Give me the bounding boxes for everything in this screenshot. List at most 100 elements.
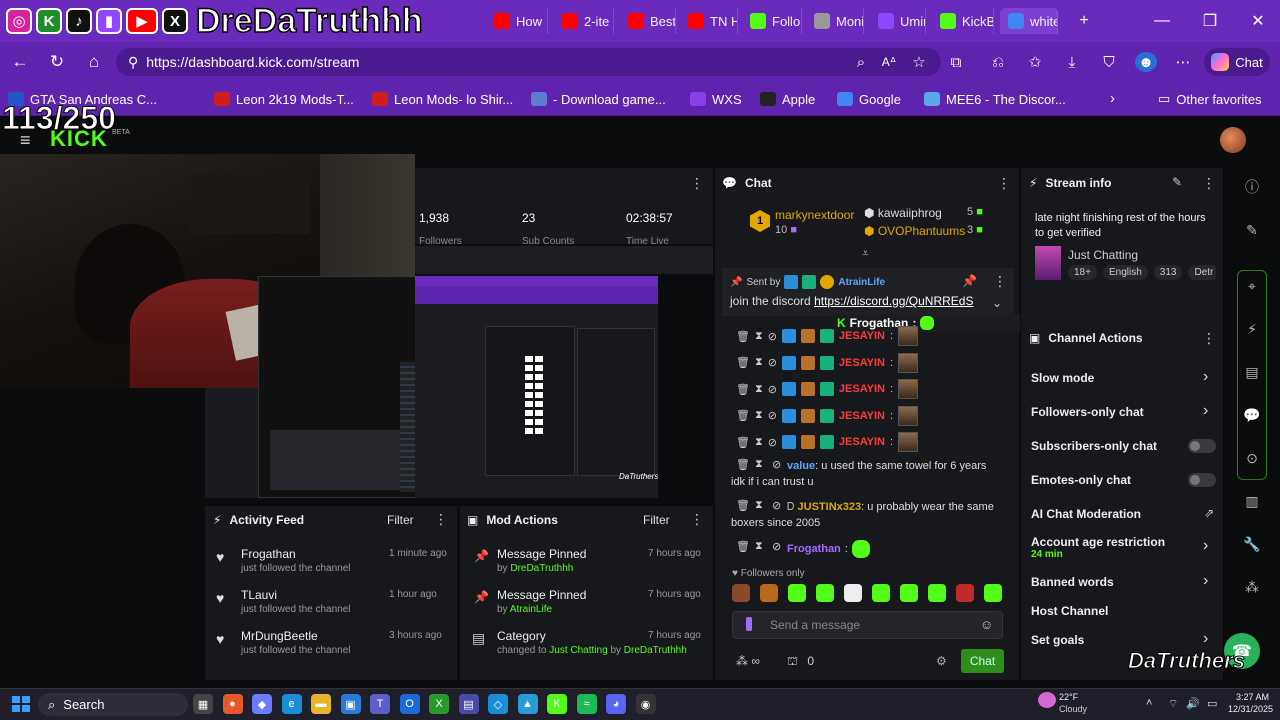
vscode-icon[interactable]: ◇ xyxy=(488,694,508,714)
edge-icon[interactable]: e xyxy=(281,694,302,714)
chat-username[interactable]: value xyxy=(787,460,815,472)
settings-more-icon[interactable]: ⋯ xyxy=(1172,52,1194,72)
volume-icon[interactable]: 🔊 xyxy=(1186,697,1200,710)
firefox-icon[interactable]: ● xyxy=(222,694,243,714)
chevron-right-icon[interactable]: › xyxy=(1203,630,1208,648)
stream-category[interactable]: Just Chatting xyxy=(1068,248,1138,262)
chat-menu-icon[interactable]: ⋮ xyxy=(997,175,1011,192)
new-tab-button[interactable]: + xyxy=(1064,8,1104,34)
read-aloud-icon[interactable]: Aᐞ xyxy=(878,52,900,72)
chevron-right-icon[interactable]: › xyxy=(1203,368,1208,386)
chat-settings-gear-icon[interactable]: ⚙ xyxy=(936,654,947,668)
downloads-icon[interactable]: ⤓ xyxy=(1061,52,1083,72)
browser-tab[interactable]: TN H xyxy=(680,8,738,34)
broadcast-icon[interactable]: ⊙ xyxy=(1240,446,1264,470)
chevron-right-icon[interactable]: › xyxy=(1203,537,1208,555)
browser-tab[interactable]: How xyxy=(486,8,548,34)
quick-emote-icon[interactable] xyxy=(872,584,890,602)
delete-icon[interactable]: 🗑 xyxy=(736,330,750,343)
favorite-bookmark[interactable]: - Download game... xyxy=(531,90,666,108)
wrench-icon[interactable]: 🔧 xyxy=(1240,532,1264,556)
chat-input-placeholder[interactable]: Send a message xyxy=(770,618,860,632)
taskbar-search[interactable]: ⌕ Search xyxy=(38,693,188,716)
delete-icon[interactable]: 🗑 xyxy=(736,540,750,553)
expand-leaderboard-icon[interactable]: ⩡ xyxy=(862,246,869,261)
copilot-icon[interactable]: ◆ xyxy=(252,694,272,714)
browser-tab[interactable]: 2-ite xyxy=(554,8,614,34)
chat-username[interactable]: JESAYIN xyxy=(839,330,885,342)
extensions-icon[interactable]: ⧉ xyxy=(945,52,967,72)
external-link-icon[interactable]: ⇗ xyxy=(1204,506,1214,520)
mod-actions-menu-icon[interactable]: ⋮ xyxy=(690,511,704,528)
lightning-icon[interactable]: ⚡ xyxy=(1240,317,1264,341)
quick-emote-icon[interactable] xyxy=(928,584,946,602)
weather-temp[interactable]: 22°F xyxy=(1059,692,1078,702)
browser-essentials-icon[interactable]: ⛉ xyxy=(1098,52,1120,72)
favorite-bookmark[interactable]: Google xyxy=(837,90,901,108)
weather-desc[interactable]: Cloudy xyxy=(1059,704,1087,714)
activity-filter-button[interactable]: Filter xyxy=(387,513,414,527)
ban-icon[interactable]: ⊘ xyxy=(768,436,777,449)
mod-action-user[interactable]: DreDaTruthhh xyxy=(510,563,573,574)
chat-username[interactable]: Frogathan xyxy=(787,543,841,555)
edit-stream-icon[interactable]: ✎ xyxy=(1172,175,1182,189)
app-icon[interactable]: ▤ xyxy=(458,694,479,714)
favorite-bookmark[interactable]: Leon 2k19 Mods-T... xyxy=(214,90,354,108)
discord-link[interactable]: https://discord.gg/QuNRREdS xyxy=(814,294,973,308)
timeout-icon[interactable]: ⧗ xyxy=(755,540,763,553)
activity-user[interactable]: TLauvi xyxy=(241,588,277,602)
chat-username[interactable]: JUSTINx323 xyxy=(798,501,862,513)
chevron-right-icon[interactable]: › xyxy=(1203,572,1208,590)
url-field[interactable]: ⚲ https://dashboard.kick.com/stream xyxy=(116,48,941,76)
share-icon[interactable]: ⁂ xyxy=(1240,575,1264,599)
delete-icon[interactable]: 🗑 xyxy=(736,356,750,369)
minimize-button[interactable]: — xyxy=(1142,8,1182,34)
quick-emote-icon[interactable] xyxy=(956,584,974,602)
close-window-button[interactable]: ✕ xyxy=(1238,8,1278,34)
pinned-menu-icon[interactable]: ⋮ xyxy=(993,273,1007,290)
stream-tag[interactable]: Detr xyxy=(1188,265,1216,280)
stream-tag[interactable]: 313 xyxy=(1153,265,1183,280)
banned-words-action[interactable]: Banned words xyxy=(1031,575,1114,589)
favorite-bookmark[interactable]: MEE6 - The Discor... xyxy=(924,90,1066,108)
notes-icon[interactable]: ▤ xyxy=(1240,360,1264,384)
favorite-bookmark[interactable]: Apple xyxy=(760,90,815,108)
info-icon[interactable]: ⓘ xyxy=(1240,175,1264,199)
host-channel-action[interactable]: Host Channel xyxy=(1031,604,1108,618)
emoji-picker-icon[interactable]: ☺ xyxy=(980,617,993,632)
weather-icon[interactable] xyxy=(1038,692,1056,708)
outlook-icon[interactable]: O xyxy=(399,694,420,714)
timeout-icon[interactable]: ⧗ xyxy=(755,330,763,343)
browser-tab[interactable]: Moni xyxy=(806,8,864,34)
favorites-overflow-chevron-icon[interactable]: › xyxy=(1110,90,1115,107)
chat-username[interactable]: JESAYIN xyxy=(839,436,885,448)
task-view-icon[interactable]: ▦ xyxy=(193,694,213,714)
site-info-icon[interactable]: ⚲ xyxy=(128,54,138,71)
favorite-star-icon[interactable]: ☆ xyxy=(908,52,930,72)
quick-emote-icon[interactable] xyxy=(900,584,918,602)
other-favorites-folder[interactable]: ▭ Other favorites xyxy=(1158,90,1262,108)
profile-icon[interactable]: ☻ xyxy=(1135,52,1157,72)
stream-tag[interactable]: 18+ xyxy=(1068,265,1097,280)
kick-app-icon[interactable]: K xyxy=(547,694,567,714)
edit-icon[interactable]: ✎ xyxy=(1240,218,1264,242)
timeout-icon[interactable]: ⧗ xyxy=(755,436,763,449)
timeout-icon[interactable]: ⧗ xyxy=(755,356,763,369)
split-screen-icon[interactable]: ⎌ xyxy=(987,52,1009,72)
ai-moderation-action[interactable]: AI Chat Moderation xyxy=(1031,507,1141,521)
user-avatar[interactable] xyxy=(1220,127,1246,153)
delete-icon[interactable]: 🗑 xyxy=(736,436,750,449)
expand-pinned-icon[interactable]: ⌄ xyxy=(992,296,1002,310)
unpin-icon[interactable]: 📌 xyxy=(962,274,977,288)
copilot-chat-button[interactable]: Chat xyxy=(1204,48,1270,76)
chat-icon[interactable]: 💬 xyxy=(1240,403,1264,427)
spotify-icon[interactable]: ≈ xyxy=(576,694,597,714)
quick-emote-icon[interactable] xyxy=(984,584,1002,602)
xbox-icon[interactable]: X xyxy=(429,694,449,714)
pinned-user[interactable]: AtrainLife xyxy=(838,277,885,288)
browser-tab[interactable]: Follo xyxy=(742,8,802,34)
followers-only-action[interactable]: Followers-only chat xyxy=(1031,405,1144,419)
quick-emote-icon[interactable] xyxy=(732,584,750,602)
chat-settings-share-icon[interactable]: ⁂ ∞ xyxy=(736,654,760,668)
layout-icon[interactable]: ▥ xyxy=(1240,489,1264,513)
